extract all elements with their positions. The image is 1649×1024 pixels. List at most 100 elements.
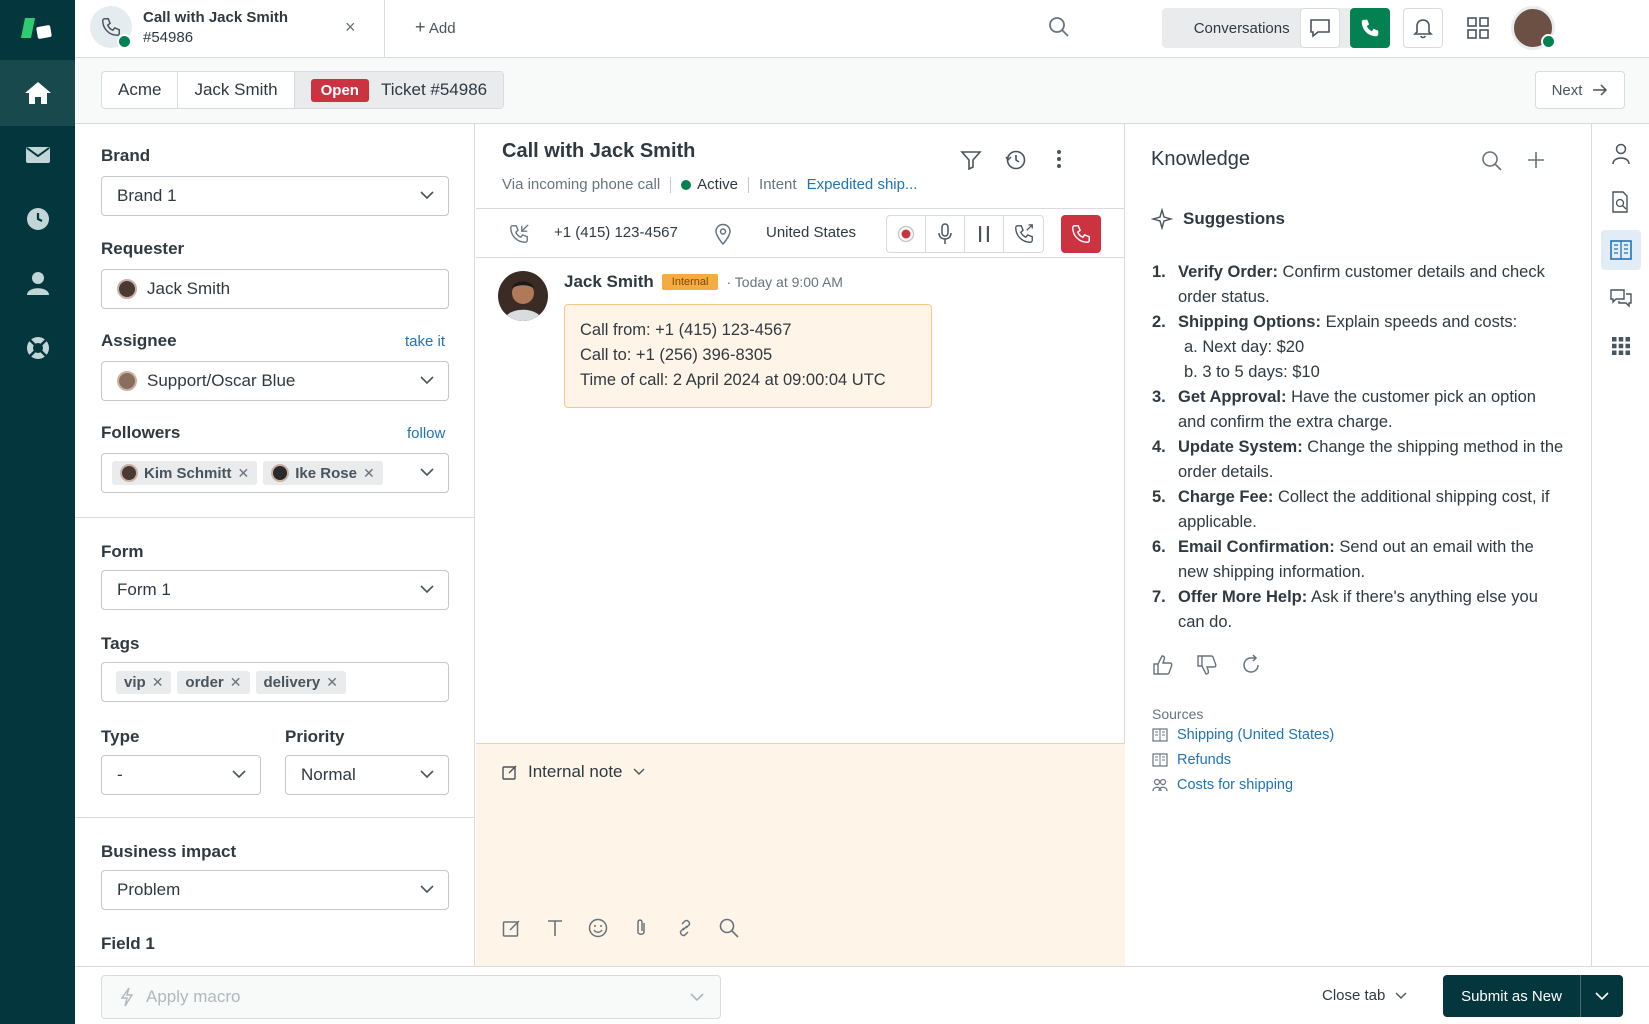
priority-select[interactable]: Normal xyxy=(285,755,449,795)
remove-tag-icon[interactable]: ✕ xyxy=(326,674,338,691)
composer-mode-select[interactable]: Internal note xyxy=(502,762,645,782)
tag-chip[interactable]: delivery ✕ xyxy=(255,670,346,694)
search-icon[interactable] xyxy=(719,918,739,938)
follower-chip[interactable]: Ike Rose ✕ xyxy=(263,461,383,485)
call-controls-bar: +1 (415) 123-4567 United States xyxy=(476,208,1125,258)
talk-phone-icon[interactable] xyxy=(1350,8,1390,48)
step-heading: Offer More Help: xyxy=(1178,588,1308,606)
chat-bubbles-icon[interactable] xyxy=(1601,278,1641,318)
thumbs-up-icon[interactable] xyxy=(1152,654,1174,676)
chat-icon[interactable] xyxy=(1300,8,1340,48)
source-link[interactable]: Costs for shipping xyxy=(1152,777,1293,793)
follow-link[interactable]: follow xyxy=(407,425,445,442)
search-icon[interactable] xyxy=(1048,16,1070,38)
emoji-icon[interactable] xyxy=(588,918,608,938)
filter-icon[interactable] xyxy=(960,150,982,170)
link-icon[interactable] xyxy=(674,918,696,938)
close-tab-icon[interactable]: × xyxy=(345,17,356,38)
refresh-icon[interactable] xyxy=(1240,654,1262,676)
conversation-panel: Call with Jack Smith Via incoming phone … xyxy=(476,124,1125,966)
next-label: Next xyxy=(1551,81,1583,99)
breadcrumb-org[interactable]: Acme xyxy=(102,72,179,108)
nav-history-icon[interactable] xyxy=(0,186,75,252)
source-link[interactable]: Refunds xyxy=(1152,752,1231,768)
user-online-dot xyxy=(1541,34,1556,49)
take-it-link[interactable]: take it xyxy=(405,333,445,350)
notifications-bell-icon[interactable] xyxy=(1403,8,1443,48)
field1-label: Field 1 xyxy=(101,934,155,953)
source-title: Refunds xyxy=(1177,752,1232,768)
tag-chip[interactable]: vip ✕ xyxy=(116,670,172,694)
nav-views-icon[interactable] xyxy=(0,122,75,188)
close-tab-select[interactable]: Close tab xyxy=(1322,987,1407,1004)
remove-follower-icon[interactable]: ✕ xyxy=(238,465,250,482)
knowledge-book-icon[interactable] xyxy=(1601,230,1641,270)
tags-field[interactable]: vip ✕ order ✕ delivery ✕ xyxy=(101,662,449,702)
tag-chip[interactable]: order ✕ xyxy=(177,670,250,694)
arrow-right-icon xyxy=(1593,84,1608,96)
step-heading: Shipping Options: xyxy=(1178,313,1321,331)
attachment-icon[interactable] xyxy=(631,918,651,938)
breadcrumb-ticket[interactable]: Open Ticket #54986 xyxy=(294,72,504,108)
form-select[interactable]: Form 1 xyxy=(101,570,449,610)
reply-composer[interactable]: Internal note xyxy=(476,743,1125,966)
type-select[interactable]: - xyxy=(101,755,261,795)
brand-select[interactable]: Brand 1 xyxy=(101,176,449,216)
business-impact-value: Problem xyxy=(117,880,181,899)
step-number: 6. xyxy=(1152,538,1166,556)
conversation-meta: Via incoming phone call Active Intent Ex… xyxy=(502,176,917,193)
source-link[interactable]: Shipping (United States) xyxy=(1152,727,1334,743)
submit-options-button[interactable] xyxy=(1581,975,1623,1017)
zendesk-logo-icon[interactable] xyxy=(0,0,75,60)
step-number: 2. xyxy=(1152,313,1166,331)
feedback-actions xyxy=(1152,654,1262,676)
compose-icon[interactable] xyxy=(502,918,522,938)
requester-field[interactable]: Jack Smith xyxy=(101,269,449,309)
text-format-icon[interactable] xyxy=(545,918,565,938)
search-icon[interactable] xyxy=(1481,150,1503,172)
intent-label: Intent xyxy=(759,176,797,193)
follower-chip[interactable]: Kim Schmitt ✕ xyxy=(112,461,258,485)
thumbs-down-icon[interactable] xyxy=(1196,654,1218,676)
remove-tag-icon[interactable]: ✕ xyxy=(230,674,242,691)
assignee-select[interactable]: Support/Oscar Blue xyxy=(101,361,449,401)
apps-grid-icon[interactable] xyxy=(1601,326,1641,366)
mute-button[interactable] xyxy=(926,216,965,252)
breadcrumb-requester[interactable]: Jack Smith xyxy=(178,72,295,108)
nav-customers-icon[interactable] xyxy=(0,250,75,316)
tab-call-jack-smith[interactable]: Call with Jack Smith #54986 × xyxy=(75,0,385,58)
business-impact-select[interactable]: Problem xyxy=(101,870,449,910)
next-button[interactable]: Next xyxy=(1535,71,1625,109)
intent-link[interactable]: Expedited ship... xyxy=(807,176,918,193)
follower-avatar xyxy=(271,464,290,482)
apply-macro-select[interactable]: Apply macro xyxy=(101,975,721,1019)
history-icon[interactable] xyxy=(1005,149,1027,171)
nav-support-icon[interactable] xyxy=(0,315,75,381)
more-options-icon[interactable] xyxy=(1056,148,1062,170)
remove-tag-icon[interactable]: ✕ xyxy=(152,674,164,691)
knowledge-panel: Knowledge Suggestions 1. Verify Order: Co… xyxy=(1126,124,1592,966)
chevron-down-icon xyxy=(690,993,704,1002)
sparkle-icon xyxy=(1151,208,1173,230)
plus-icon[interactable] xyxy=(1526,150,1546,170)
apps-grid-icon[interactable] xyxy=(1467,17,1489,39)
hold-button[interactable] xyxy=(965,216,1004,252)
form-label: Form xyxy=(101,542,144,561)
step-text: Explain speeds and costs: xyxy=(1320,313,1518,331)
add-tab-button[interactable]: + Add xyxy=(415,17,456,38)
tag-name: delivery xyxy=(263,673,321,691)
requester-value: Jack Smith xyxy=(147,279,231,298)
knowledge-search-doc-icon[interactable] xyxy=(1601,182,1641,222)
transfer-button[interactable] xyxy=(1004,216,1043,252)
submit-button[interactable]: Submit as New xyxy=(1443,975,1581,1017)
remove-follower-icon[interactable]: ✕ xyxy=(363,465,375,482)
ticket-header: Acme Jack Smith Open Ticket #54986 Next xyxy=(75,58,1649,124)
nav-home-icon[interactable] xyxy=(0,60,75,126)
followers-field[interactable]: Kim Schmitt ✕ Ike Rose ✕ xyxy=(101,453,449,493)
user-profile-icon[interactable] xyxy=(1601,134,1641,174)
hang-up-button[interactable] xyxy=(1061,215,1101,253)
main-nav xyxy=(0,0,75,1024)
source-title: Costs for shipping xyxy=(1177,777,1294,793)
record-button[interactable] xyxy=(887,216,926,252)
chevron-down-icon xyxy=(420,376,434,385)
